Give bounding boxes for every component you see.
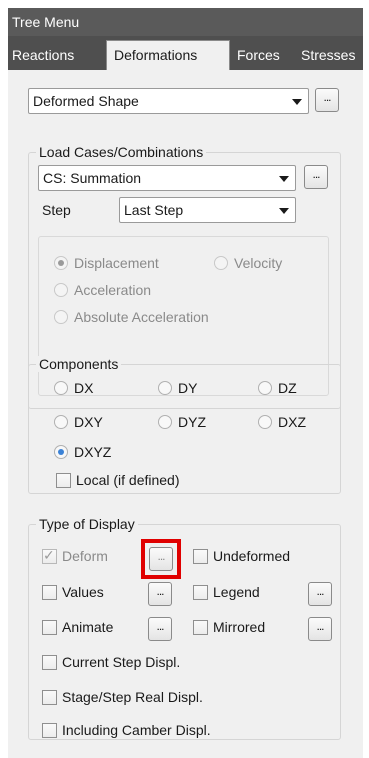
mirrored-checkbox[interactable]: [193, 620, 208, 635]
undeformed-label: Undeformed: [213, 548, 291, 564]
values-label: Values: [62, 584, 104, 600]
component-dxyz-label: DXYZ: [74, 444, 112, 460]
tab-stresses[interactable]: Stresses: [301, 42, 355, 70]
load-case-value: CS: Summation: [43, 170, 142, 186]
values-checkbox[interactable]: [42, 585, 57, 600]
velocity-radio[interactable]: [214, 256, 228, 270]
animate-checkbox[interactable]: [42, 620, 57, 635]
component-dx-radio[interactable]: [54, 381, 68, 395]
load-cases-legend: Load Cases/Combinations: [36, 144, 207, 160]
window-title: Tree Menu: [8, 8, 363, 36]
local-if-defined-label: Local (if defined): [76, 472, 180, 488]
legend-options-button[interactable]: ...: [308, 582, 332, 606]
legend-label: Legend: [213, 584, 260, 600]
component-dxyz-radio[interactable]: [54, 445, 68, 459]
step-label: Step: [42, 202, 71, 218]
component-dxz-label: DXZ: [278, 414, 306, 430]
animate-label: Animate: [62, 619, 114, 635]
acceleration-label: Acceleration: [74, 282, 152, 298]
including-camber-displ-checkbox[interactable]: [42, 723, 57, 738]
load-case-select[interactable]: CS: Summation: [38, 165, 296, 191]
component-dyz-label: DYZ: [178, 414, 206, 430]
display-type-select[interactable]: Deformed Shape: [28, 88, 309, 114]
component-dy-radio[interactable]: [158, 381, 172, 395]
deform-label: Deform: [62, 548, 108, 564]
components-legend: Components: [36, 356, 122, 372]
check-icon: ✓: [43, 547, 55, 563]
chevron-down-icon: [279, 176, 289, 182]
displacement-radio[interactable]: [54, 256, 68, 270]
undeformed-checkbox[interactable]: [193, 549, 208, 564]
stage-step-real-displ-checkbox[interactable]: [42, 690, 57, 705]
mirrored-label: Mirrored: [213, 619, 266, 635]
highlight-box: [141, 539, 181, 579]
tab-reactions[interactable]: Reactions: [12, 42, 74, 70]
load-case-options-button[interactable]: ...: [304, 165, 328, 189]
absolute-acceleration-radio[interactable]: [54, 310, 68, 324]
chevron-down-icon: [292, 99, 302, 105]
tab-strip: Reactions Deformations Forces Stresses: [8, 36, 363, 70]
animate-options-button[interactable]: ...: [148, 617, 172, 641]
chevron-down-icon: [279, 208, 289, 214]
component-dyz-radio[interactable]: [158, 415, 172, 429]
display-type-value: Deformed Shape: [33, 93, 139, 109]
values-options-button[interactable]: ...: [148, 582, 172, 606]
component-dy-label: DY: [178, 380, 198, 396]
displacement-label: Displacement: [74, 255, 159, 271]
component-dx-label: DX: [74, 380, 94, 396]
component-dxy-label: DXY: [74, 414, 103, 430]
step-select[interactable]: Last Step: [119, 197, 296, 223]
component-dxz-radio[interactable]: [258, 415, 272, 429]
current-step-displ-label: Current Step Displ.: [62, 654, 181, 670]
velocity-label: Velocity: [234, 255, 283, 271]
mirrored-options-button[interactable]: ...: [308, 617, 332, 641]
tab-forces[interactable]: Forces: [237, 42, 280, 70]
display-type-options-button[interactable]: ...: [315, 88, 339, 112]
tab-deformations[interactable]: Deformations: [106, 40, 230, 70]
acceleration-radio[interactable]: [54, 283, 68, 297]
stage-step-real-displ-label: Stage/Step Real Displ.: [62, 689, 203, 705]
component-dz-radio[interactable]: [258, 381, 272, 395]
component-dz-label: DZ: [278, 380, 297, 396]
legend-checkbox[interactable]: [193, 585, 208, 600]
component-dxy-radio[interactable]: [54, 415, 68, 429]
step-value: Last Step: [124, 202, 184, 218]
deform-checkbox[interactable]: ✓: [42, 547, 57, 564]
absolute-acceleration-label: Absolute Acceleration: [74, 309, 209, 325]
type-of-display-legend: Type of Display: [36, 516, 138, 532]
tree-menu-panel: Deformed Shape ... Load Cases/Combinatio…: [8, 70, 363, 758]
local-if-defined-checkbox[interactable]: [56, 473, 71, 488]
current-step-displ-checkbox[interactable]: [42, 655, 57, 670]
including-camber-displ-label: Including Camber Displ.: [62, 722, 211, 738]
